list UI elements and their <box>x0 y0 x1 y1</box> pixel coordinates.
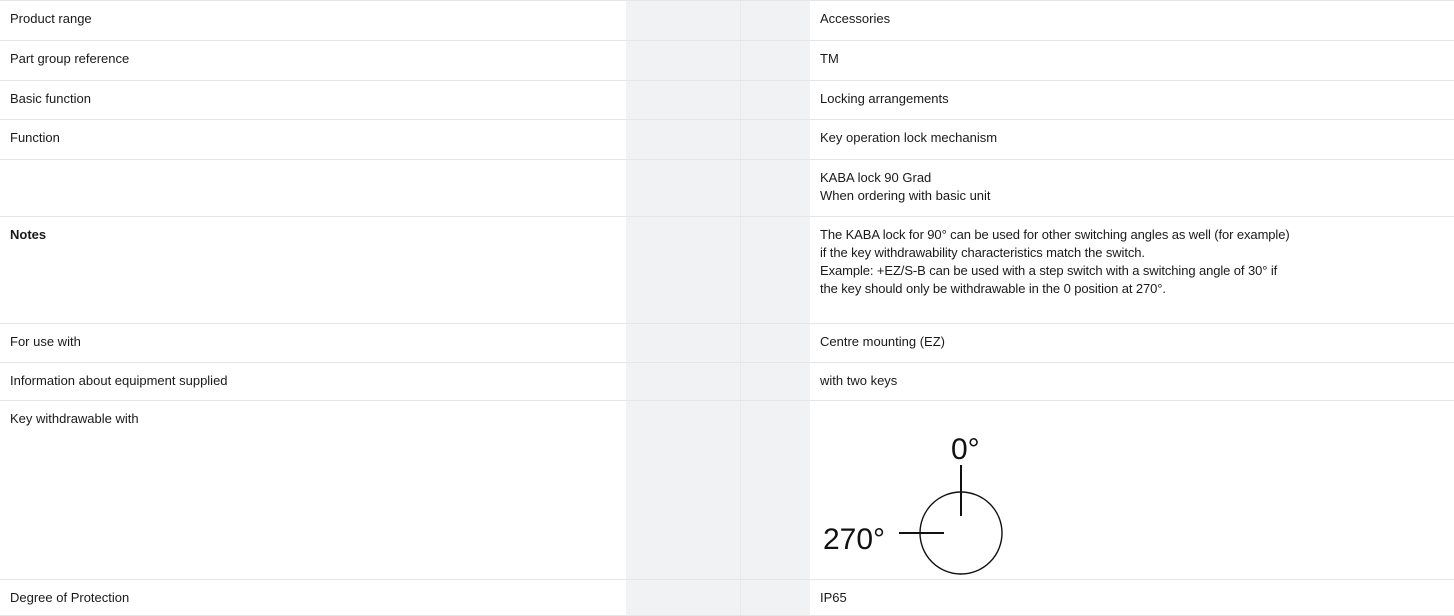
zero-degree-label: 0° <box>951 433 980 466</box>
table-row-lock-type: KABA lock 90 Grad When ordering with bas… <box>0 159 1454 216</box>
note-line: Example: +EZ/S-B can be used with a step… <box>820 263 1278 278</box>
row-label: Product range <box>10 11 92 26</box>
spacer-cell <box>626 81 740 119</box>
row-label-cell: Key withdrawable with <box>0 401 626 579</box>
key-position-diagram: 0° 270° <box>820 413 1020 581</box>
spacer-cell <box>740 1 810 40</box>
table-row-degree-of-protection: Degree of Protection IP65 <box>0 579 1454 616</box>
row-label-cell: Degree of Protection <box>0 580 626 616</box>
table-row-part-group-reference: Part group reference TM <box>0 40 1454 80</box>
spacer-cell <box>626 324 740 362</box>
row-value-cell: KABA lock 90 Grad When ordering with bas… <box>810 160 1450 216</box>
row-label: Basic function <box>10 91 91 106</box>
table-row-equipment-supplied: Information about equipment supplied wit… <box>0 362 1454 400</box>
spacer-cell <box>626 41 740 80</box>
row-label-cell: Information about equipment supplied <box>0 363 626 400</box>
spacer-cell <box>740 120 810 159</box>
table-row-product-range: Product range Accessories <box>0 0 1454 40</box>
row-label: Notes <box>10 227 47 242</box>
table-row-notes: Notes The KABA lock for 90° can be used … <box>0 216 1454 323</box>
row-value: Accessories <box>820 11 891 26</box>
note-line: the key should only be withdrawable in t… <box>820 281 1166 296</box>
row-value: IP65 <box>820 590 847 605</box>
note-line: The KABA lock for 90° can be used for ot… <box>820 227 1290 242</box>
row-label: For use with <box>10 334 81 349</box>
row-label: Key withdrawable with <box>10 411 139 426</box>
row-label-cell: Notes <box>0 217 626 323</box>
row-value: TM <box>820 51 839 66</box>
spacer-cell <box>740 363 810 400</box>
spacer-cell <box>740 401 810 579</box>
spacer-cell <box>626 217 740 323</box>
specification-table: Product range Accessories Part group ref… <box>0 0 1454 616</box>
row-label-cell: Basic function <box>0 81 626 119</box>
spacer-cell <box>740 160 810 216</box>
row-value: Key operation lock mechanism <box>820 130 998 145</box>
row-label: Part group reference <box>10 51 130 66</box>
two-seventy-degree-label: 270° <box>823 523 885 556</box>
table-row-for-use-with: For use with Centre mounting (EZ) <box>0 323 1454 362</box>
spacer-cell <box>740 217 810 323</box>
row-value-cell: Accessories <box>810 1 1450 40</box>
spacer-cell <box>740 324 810 362</box>
row-value-cell: Key operation lock mechanism <box>810 120 1450 159</box>
row-value-cell: with two keys <box>810 363 1450 400</box>
key-position-diagram-svg: 0° 270° <box>823 433 1003 575</box>
row-value-line: KABA lock 90 Grad <box>820 170 932 185</box>
spacer-cell <box>626 580 740 616</box>
row-label-cell: Function <box>0 120 626 159</box>
table-row-basic-function: Basic function Locking arrangements <box>0 80 1454 119</box>
row-label-cell: For use with <box>0 324 626 362</box>
table-row-key-withdrawable: Key withdrawable with 0° 270° <box>0 400 1454 579</box>
spacer-cell <box>626 363 740 400</box>
spacer-cell <box>740 41 810 80</box>
spacer-cell <box>740 580 810 616</box>
row-label: Degree of Protection <box>10 590 130 605</box>
spacer-cell <box>740 81 810 119</box>
row-label: Function <box>10 130 60 145</box>
spacer-cell <box>626 160 740 216</box>
row-value: Centre mounting (EZ) <box>820 334 945 349</box>
spacer-cell <box>626 120 740 159</box>
row-value-line: When ordering with basic unit <box>820 188 991 203</box>
spacer-cell <box>626 401 740 579</box>
row-label-cell: Product range <box>0 1 626 40</box>
row-value-cell: The KABA lock for 90° can be used for ot… <box>810 217 1450 323</box>
table-row-function: Function Key operation lock mechanism <box>0 119 1454 159</box>
row-value-cell: Centre mounting (EZ) <box>810 324 1450 362</box>
row-label: Information about equipment supplied <box>10 373 228 388</box>
row-value-cell: TM <box>810 41 1450 80</box>
note-line: if the key withdrawability characteristi… <box>820 245 1145 260</box>
row-label-cell: Part group reference <box>0 41 626 80</box>
row-value: with two keys <box>820 373 898 388</box>
row-label-cell <box>0 160 626 216</box>
row-value-cell: IP65 <box>810 580 1450 616</box>
row-value: Locking arrangements <box>820 91 949 106</box>
row-value-cell: Locking arrangements <box>810 81 1450 119</box>
spacer-cell <box>626 1 740 40</box>
